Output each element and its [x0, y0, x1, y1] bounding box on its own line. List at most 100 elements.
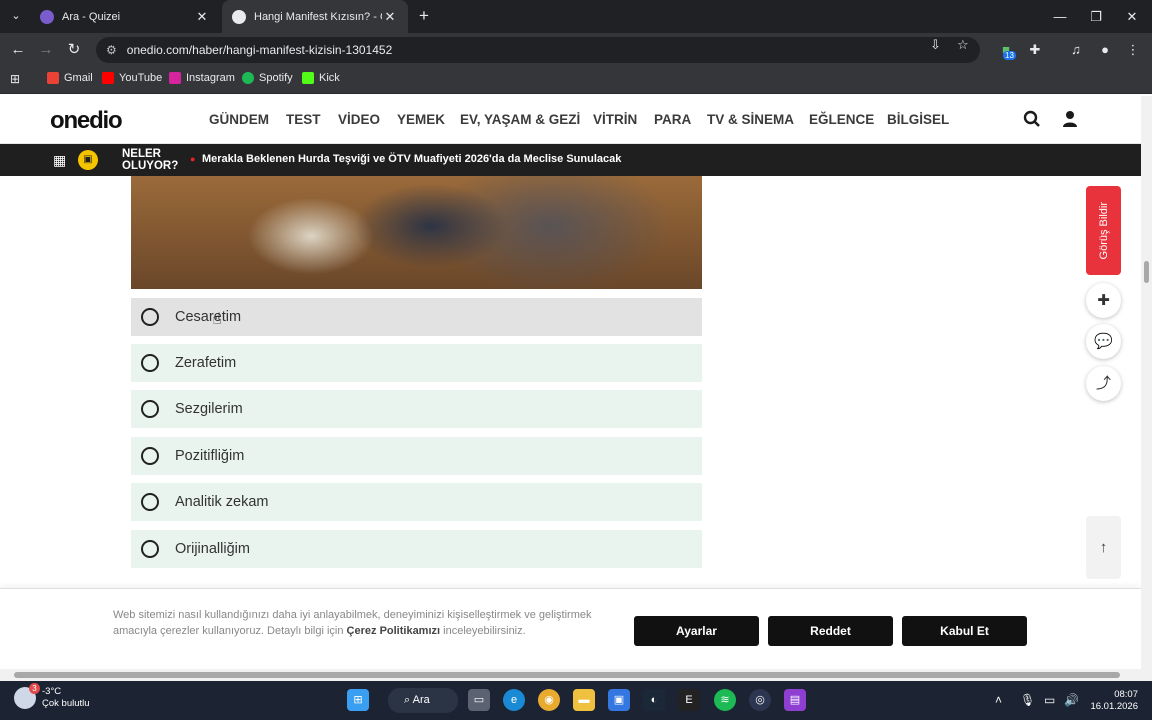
nav-vitrin[interactable]: VİTRİN — [593, 112, 637, 127]
edge-icon[interactable]: e — [503, 689, 525, 711]
weather-widget[interactable]: 3 -3°C Çok bulutlu — [14, 683, 90, 710]
cookie-reject-button[interactable]: Reddet — [768, 616, 893, 646]
bookmark-spotify[interactable]: Spotify — [242, 72, 293, 84]
volume-icon[interactable]: 🔊 — [1064, 693, 1079, 707]
answer-label: Orijinalliğim — [175, 541, 250, 557]
horizontal-scrollbar[interactable] — [0, 669, 1152, 681]
radio-button-icon[interactable] — [141, 447, 159, 465]
comments-icon[interactable]: 💬 — [1086, 324, 1121, 359]
quizei-favicon-icon — [40, 9, 54, 24]
nav-video[interactable]: VİDEO — [338, 112, 380, 127]
answer-option[interactable]: Zerafetim — [131, 344, 702, 382]
nav-ev-yasam-gezi[interactable]: EV, YAŞAM & GEZİ — [460, 112, 580, 127]
cookie-settings-button[interactable]: Ayarlar — [634, 616, 759, 646]
site-logo[interactable]: onedio — [50, 107, 123, 135]
media-controls-icon[interactable]: ♫ — [1065, 39, 1087, 61]
nav-tv-sinema[interactable]: TV & SİNEMA — [707, 112, 794, 127]
answer-option[interactable]: Pozitifliğim — [131, 437, 702, 475]
profile-avatar-icon[interactable]: ● — [1094, 39, 1116, 61]
back-arrow-icon[interactable]: ← — [7, 39, 29, 61]
nav-eglence[interactable]: EĞLENCE — [809, 112, 874, 127]
bookmark-instagram[interactable]: Instagram — [169, 72, 235, 84]
bookmark-star-icon[interactable]: ☆ — [957, 37, 969, 53]
spotify-taskbar-icon[interactable]: ≋ — [714, 689, 736, 711]
quiz-question-image — [131, 176, 702, 289]
radio-button-icon[interactable] — [141, 400, 159, 418]
user-account-icon[interactable] — [1060, 110, 1080, 130]
taskbar-search-label: Ara — [412, 694, 430, 706]
steam-icon[interactable]: ◐ — [643, 689, 665, 711]
windows-taskbar: 3 -3°C Çok bulutlu ⊞ ⌕ Ara ▭ e ◉ ▬ ▣ ◐ E … — [0, 681, 1152, 720]
bookmark-kick[interactable]: Kick — [302, 72, 340, 84]
weather-badge: 3 — [29, 683, 40, 694]
radio-button-icon[interactable] — [141, 540, 159, 558]
back-to-top-arrow-icon[interactable]: ↑ — [1086, 516, 1121, 579]
microsoft-store-icon[interactable]: ▣ — [608, 689, 630, 711]
tab-quizei[interactable]: Ara - Quizei ✕ — [30, 0, 220, 33]
extensions-puzzle-icon[interactable]: ✚ — [1024, 39, 1046, 61]
nav-gundem[interactable]: GÜNDEM — [209, 112, 269, 127]
address-bar[interactable]: ⚙ onedio.com/haber/hangi-manifest-kizisi… — [96, 37, 980, 63]
nav-yemek[interactable]: YEMEK — [397, 112, 445, 127]
grid-menu-icon[interactable]: ▦ — [53, 152, 69, 168]
feedback-button[interactable]: Görüş Bildir — [1086, 186, 1121, 275]
cookie-accept-button[interactable]: Kabul Et — [902, 616, 1027, 646]
close-tab-icon[interactable]: ✕ — [194, 9, 210, 25]
chrome-icon[interactable]: ◉ — [538, 689, 560, 711]
horizontal-scroll-thumb[interactable] — [14, 672, 1120, 678]
windows-start-icon[interactable]: ⊞ — [347, 689, 369, 711]
apps-grid-icon[interactable]: ⊞ — [10, 72, 20, 86]
news-badge-icon[interactable]: ▣ — [78, 150, 98, 170]
answer-label: Cesaretim — [175, 309, 242, 325]
cookie-policy-link[interactable]: Çerez Politikamızı — [347, 625, 441, 637]
tab-search-chevron-icon[interactable]: ⌄ — [6, 6, 26, 26]
mouse-pointer-icon: ☝ — [212, 311, 222, 328]
close-window-icon[interactable]: ✕ — [1114, 0, 1150, 33]
ticker-headline[interactable]: Merakla Beklenen Hurda Teşviği ve ÖTV Mu… — [202, 153, 621, 165]
menu-dots-icon[interactable]: ⋮ — [1122, 39, 1144, 61]
close-tab-icon[interactable]: ✕ — [382, 9, 398, 25]
tab-title: Ara - Quizei — [62, 10, 121, 23]
new-tab-plus-icon[interactable]: + — [414, 6, 434, 26]
bookmark-label: Gmail — [64, 72, 93, 84]
answer-option[interactable]: Sezgilerim — [131, 390, 702, 428]
answer-label: Zerafetim — [175, 355, 237, 371]
show-hidden-icons-chevron-icon[interactable]: ˄ — [995, 693, 1002, 707]
nav-para[interactable]: PARA — [654, 112, 691, 127]
vertical-scrollbar[interactable] — [1141, 96, 1152, 669]
task-view-icon[interactable]: ▭ — [468, 689, 490, 711]
radio-button-icon[interactable] — [141, 308, 159, 326]
taskbar-search[interactable]: ⌕ Ara — [388, 688, 458, 713]
add-comment-icon[interactable]: ✚ — [1086, 283, 1121, 318]
answer-option[interactable]: Analitik zekam — [131, 483, 702, 521]
minimize-icon[interactable]: — — [1042, 0, 1078, 33]
maximize-icon[interactable]: ❐ — [1078, 0, 1114, 33]
answer-label: Analitik zekam — [175, 494, 269, 510]
search-icon[interactable] — [1022, 110, 1042, 130]
forward-arrow-icon[interactable]: → — [35, 39, 57, 61]
share-icon[interactable]: ⤴ — [1086, 366, 1121, 401]
bookmark-gmail[interactable]: Gmail — [47, 72, 93, 84]
youtube-icon — [102, 72, 114, 84]
radio-button-icon[interactable] — [141, 493, 159, 511]
microphone-icon[interactable]: 🎙 — [1020, 693, 1035, 707]
system-clock[interactable]: 08:07 16.01.2026 — [1090, 689, 1138, 713]
nav-test[interactable]: TEST — [286, 112, 321, 127]
clapper-app-icon[interactable]: ▤ — [784, 689, 806, 711]
instagram-icon — [169, 72, 181, 84]
bookmark-youtube[interactable]: YouTube — [102, 72, 162, 84]
radio-button-icon[interactable] — [141, 354, 159, 372]
site-info-icon[interactable]: ⚙ — [106, 43, 117, 57]
app-icon[interactable]: ◎ — [749, 689, 771, 711]
nav-bilgisel[interactable]: BİLGİSEL — [887, 112, 949, 127]
file-explorer-icon[interactable]: ▬ — [573, 689, 595, 711]
epic-games-icon[interactable]: E — [678, 689, 700, 711]
install-app-icon[interactable]: ⇩ — [930, 37, 941, 53]
cloudy-weather-icon: 3 — [14, 683, 40, 709]
kick-icon — [302, 72, 314, 84]
tab-onedio[interactable]: Hangi Manifest Kızısın? - Onedio ✕ — [222, 0, 408, 33]
vertical-scroll-thumb[interactable] — [1144, 261, 1149, 283]
reload-icon[interactable]: ↻ — [63, 39, 85, 61]
answer-option[interactable]: Orijinalliğim — [131, 530, 702, 568]
network-icon[interactable]: ▭ — [1044, 693, 1055, 707]
